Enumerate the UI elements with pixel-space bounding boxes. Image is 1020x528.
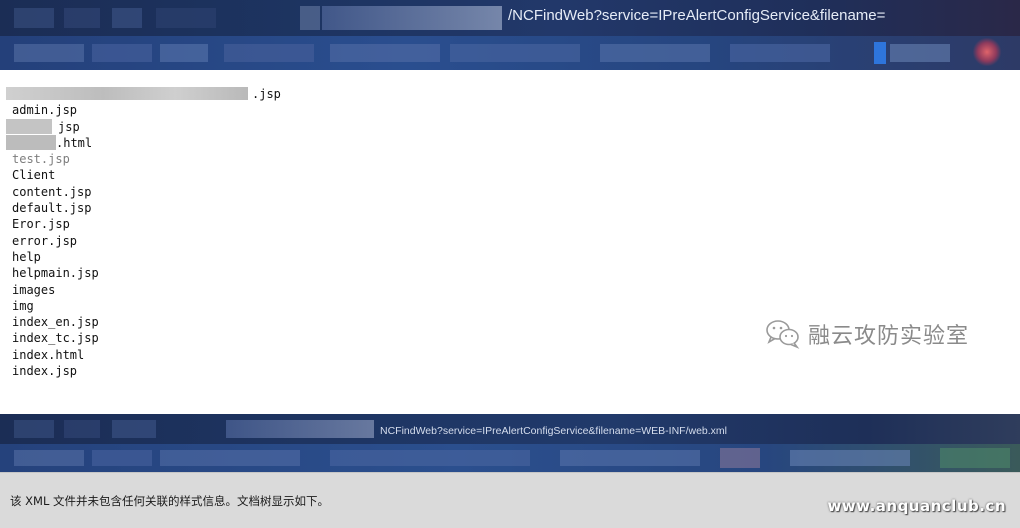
- blurred-region: [112, 420, 156, 438]
- list-item[interactable]: index_en.jsp: [12, 314, 512, 330]
- blurred-region: [64, 420, 100, 438]
- redacted-text: [6, 134, 56, 150]
- blurred-tab: [92, 44, 152, 62]
- list-item-label: Eror.jsp: [12, 217, 70, 232]
- blurred-region: [300, 6, 320, 30]
- list-item-label: index.html: [12, 347, 85, 362]
- blurred-url-prefix: [322, 6, 502, 30]
- blurred-tab: [14, 44, 84, 62]
- list-item[interactable]: help: [12, 249, 512, 265]
- list-item-label: error.jsp: [12, 233, 78, 248]
- blurred-tab: [600, 44, 710, 62]
- wechat-watermark: 融云攻防实验室: [764, 318, 969, 350]
- directory-listing: .jsp admin.jsp jsp .html test.jsp Client…: [6, 86, 512, 379]
- browser-chrome-bottom: NCFindWeb?service=IPreAlertConfigService…: [0, 414, 1020, 472]
- blurred-tab: [450, 44, 580, 62]
- blurred-tab: [890, 44, 950, 62]
- blurred-tab: [790, 450, 910, 466]
- browser-extension-icon[interactable]: [972, 38, 1002, 66]
- blurred-tab: [940, 448, 1010, 468]
- list-item-label: Client: [12, 168, 56, 183]
- list-item[interactable]: img: [12, 298, 512, 314]
- browser-chrome-top: /NCFindWeb?service=IPreAlertConfigServic…: [0, 0, 1020, 70]
- url-text: /NCFindWeb?service=IPreAlertConfigServic…: [508, 7, 886, 24]
- blurred-tab: [560, 450, 700, 466]
- blurred-region: [14, 420, 54, 438]
- list-item-label: images: [12, 282, 56, 297]
- list-item-label: helpmain.jsp: [12, 266, 99, 281]
- xml-info-bar: 该 XML 文件并未包含任何关联的样式信息。文档树显示如下。 www.anqua…: [0, 472, 1020, 528]
- list-item[interactable]: Eror.jsp: [12, 216, 512, 232]
- list-item[interactable]: content.jsp: [12, 184, 512, 200]
- list-item-label: index.jsp: [12, 364, 78, 379]
- list-item[interactable]: helpmain.jsp: [12, 265, 512, 281]
- list-item-label: jsp: [58, 119, 80, 134]
- blurred-tab: [730, 44, 830, 62]
- watermark-text: 融云攻防实验室: [808, 324, 970, 349]
- blurred-url-prefix: [226, 420, 374, 438]
- tab-strip[interactable]: [0, 444, 1020, 472]
- redacted-text: [6, 118, 52, 134]
- list-item[interactable]: .html: [6, 134, 512, 151]
- list-item[interactable]: test.jsp: [12, 151, 512, 167]
- blurred-tab: [330, 44, 440, 62]
- list-item-label: img: [12, 298, 34, 313]
- blurred-region: [14, 8, 54, 28]
- blurred-region: [64, 8, 100, 28]
- blurred-tab: [160, 450, 300, 466]
- wechat-icon: [766, 320, 800, 349]
- tab-strip[interactable]: [0, 36, 1020, 70]
- blurred-tab: [160, 44, 208, 62]
- list-item-label: default.jsp: [12, 201, 92, 216]
- blurred-tab: [224, 44, 314, 62]
- url-text[interactable]: NCFindWeb?service=IPreAlertConfigService…: [380, 425, 727, 437]
- list-item[interactable]: index.html: [12, 347, 512, 363]
- list-item-label: admin.jsp: [12, 103, 78, 118]
- blurred-tab: [92, 450, 152, 466]
- list-item-label: index_tc.jsp: [12, 331, 99, 346]
- blurred-tab: [14, 450, 84, 466]
- list-item[interactable]: default.jsp: [12, 200, 512, 216]
- list-item[interactable]: Client: [12, 167, 512, 183]
- blurred-region: [156, 8, 216, 28]
- list-item-label: help: [12, 249, 41, 264]
- list-item-label: .html: [56, 135, 93, 150]
- blurred-tab: [874, 42, 886, 64]
- list-item[interactable]: jsp: [6, 118, 512, 135]
- list-item[interactable]: images: [12, 282, 512, 298]
- xml-style-message: 该 XML 文件并未包含任何关联的样式信息。文档树显示如下。: [10, 494, 330, 508]
- list-item[interactable]: .jsp: [6, 86, 512, 102]
- list-item-label: test.jsp: [12, 152, 70, 167]
- redacted-text: [6, 87, 248, 100]
- address-bar[interactable]: /NCFindWeb?service=IPreAlertConfigServic…: [0, 0, 1020, 36]
- list-item-label: .jsp: [252, 87, 281, 101]
- blurred-tab: [330, 450, 530, 466]
- list-item[interactable]: index.jsp: [12, 363, 512, 379]
- blurred-tab: [720, 448, 760, 468]
- list-item[interactable]: error.jsp: [12, 233, 512, 249]
- list-item[interactable]: admin.jsp: [12, 102, 512, 118]
- list-item[interactable]: index_tc.jsp: [12, 330, 512, 346]
- site-watermark: www.anquanclub.cn: [827, 497, 1006, 515]
- list-item-label: content.jsp: [12, 184, 92, 199]
- list-item-label: index_en.jsp: [12, 315, 99, 330]
- blurred-region: [112, 8, 142, 28]
